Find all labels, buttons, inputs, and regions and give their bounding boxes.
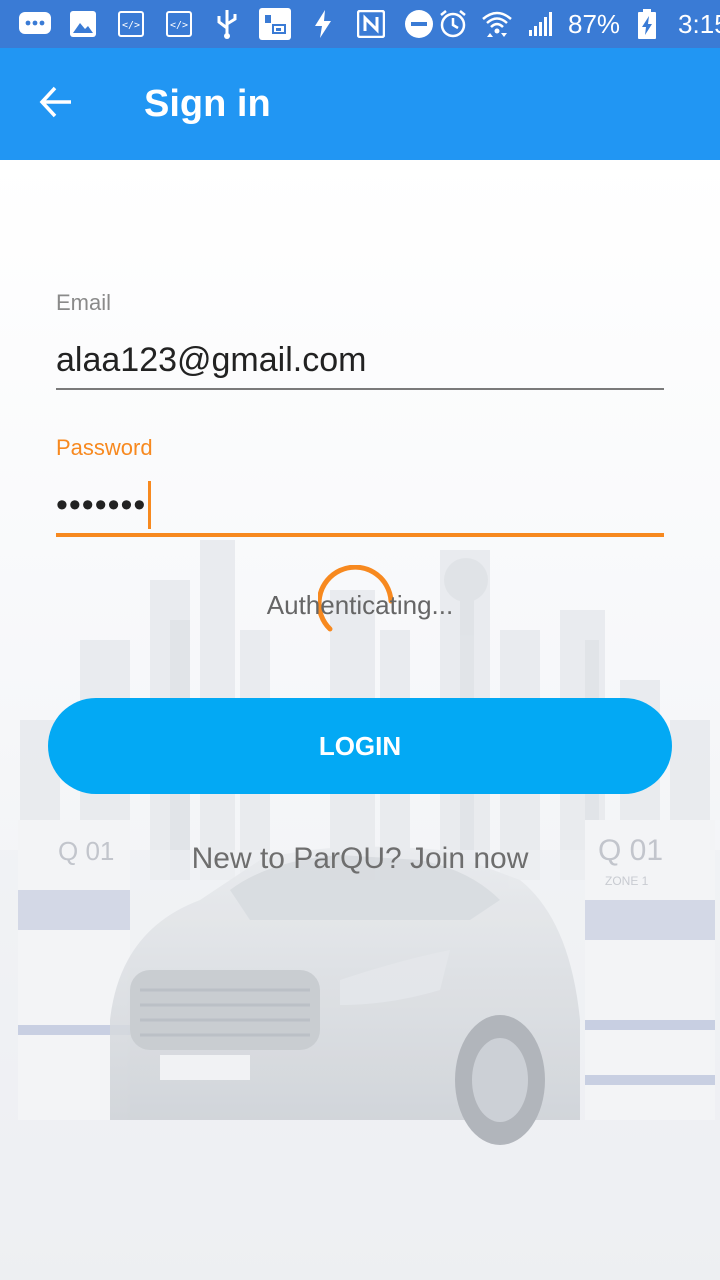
loading-text: Authenticating... bbox=[266, 589, 454, 620]
gallery-icon bbox=[66, 7, 100, 41]
messaging-icon bbox=[18, 7, 52, 41]
join-now-link[interactable]: New to ParQU? Join now bbox=[0, 842, 720, 876]
password-dots: ••••••• bbox=[56, 485, 147, 524]
sign-in-content: Q 01 Q 01 ZONE 1 Email alaa123@gmail.com… bbox=[0, 160, 720, 1280]
page-title: Sign in bbox=[144, 82, 271, 125]
clock: 3:15 bbox=[678, 8, 720, 39]
app-bar: Sign in bbox=[0, 48, 720, 160]
arrow-back-icon bbox=[38, 84, 74, 125]
login-button[interactable]: LOGIN bbox=[48, 698, 672, 794]
svg-text:</>: </> bbox=[170, 20, 188, 31]
flash-icon bbox=[306, 7, 340, 41]
password-label: Password bbox=[56, 435, 153, 460]
pillar-zone-label: ZONE 1 bbox=[605, 874, 649, 888]
do-not-disturb-icon bbox=[402, 7, 436, 41]
status-bar: </> </> 87% 3:1 bbox=[0, 0, 720, 48]
email-field[interactable]: Email alaa123@gmail.com bbox=[56, 290, 664, 390]
loading-indicator: Authenticating... bbox=[0, 565, 720, 645]
code-icon: </> bbox=[114, 7, 148, 41]
svg-text:</>: </> bbox=[122, 20, 140, 31]
code-icon: </> bbox=[162, 7, 196, 41]
nfc-icon bbox=[354, 7, 388, 41]
email-input[interactable]: alaa123@gmail.com bbox=[56, 338, 664, 382]
password-underline bbox=[56, 533, 664, 537]
password-input[interactable]: ••••••• bbox=[56, 481, 664, 529]
alarm-icon bbox=[436, 7, 470, 41]
usb-icon bbox=[210, 7, 244, 41]
email-label: Email bbox=[56, 290, 112, 315]
email-underline bbox=[56, 388, 664, 390]
battery-charging-icon bbox=[630, 7, 664, 41]
status-system-icons: 87% 3:15 bbox=[436, 7, 720, 41]
back-button[interactable] bbox=[0, 48, 112, 160]
wifi-icon bbox=[480, 7, 514, 41]
screenshot-icon bbox=[258, 7, 292, 41]
battery-percentage: 87% bbox=[568, 8, 621, 39]
password-field[interactable]: Password ••••••• bbox=[56, 435, 664, 537]
text-cursor bbox=[148, 481, 152, 529]
status-notification-icons: </> </> bbox=[18, 7, 436, 41]
signal-icon bbox=[524, 7, 558, 41]
